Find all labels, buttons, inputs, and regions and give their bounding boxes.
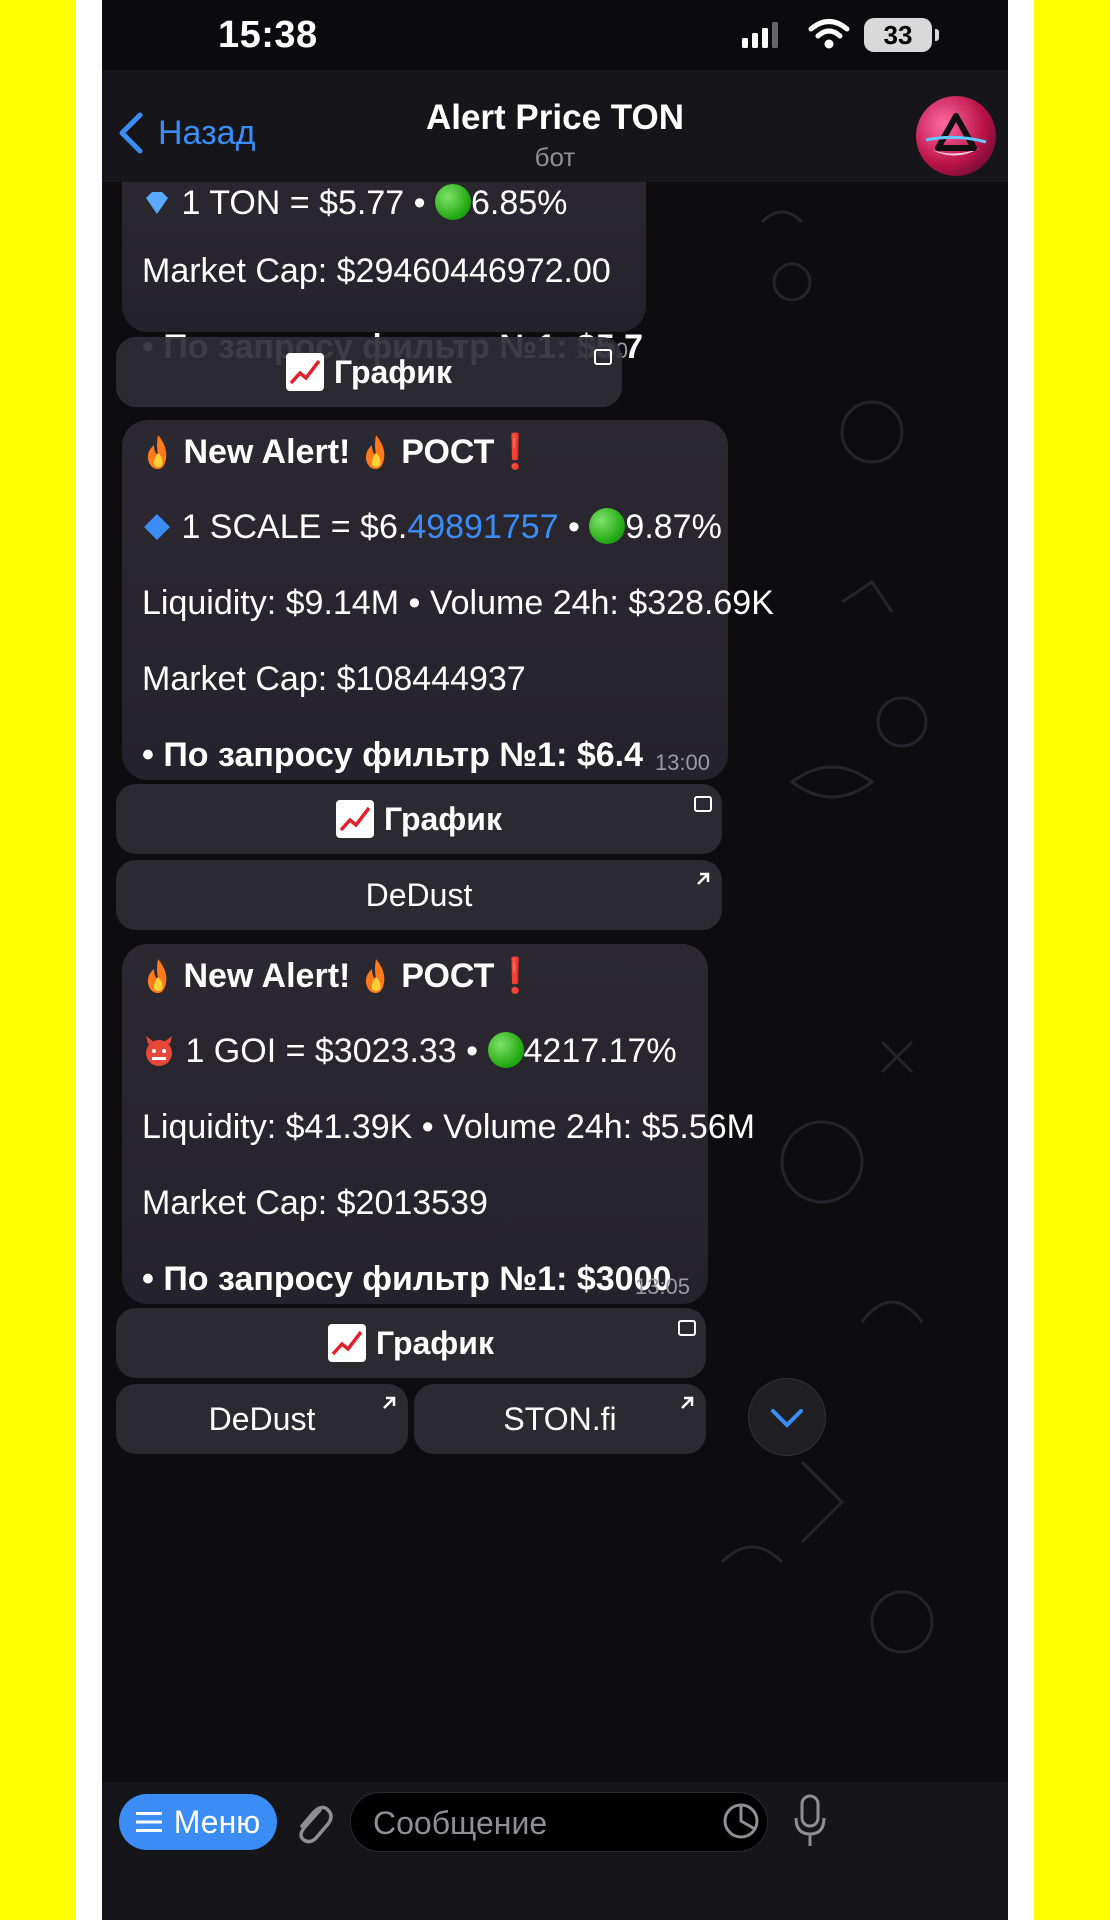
green-circle-icon [589,508,626,544]
price-text: 1 GOI = $3023.33 [185,1032,457,1070]
exclamation-icon: ❗ [494,433,537,471]
open-app-icon [694,796,712,812]
dedust-button-label: DeDust [208,1400,316,1437]
avatar[interactable] [916,96,996,176]
phone-screen: 15:38 33 Назад Alert Price TON бот 1 TON… [102,0,1008,1920]
alert-word: РОСТ [401,433,495,471]
fire-icon [365,959,385,993]
volume-text: Volume 24h: $5.56M [443,1108,755,1146]
message-bubble: New Alert! РОСТ❗ 1 GOI = $3023.33 • 4217… [122,944,755,1304]
fire-icon [147,435,167,469]
message-time: 13:05 [634,1274,690,1299]
percent-text: 9.87% [625,508,722,546]
alert-line: New Alert! РОСТ❗ [142,432,537,472]
chat-subtitle: бот [534,142,576,172]
liquidity-text: Liquidity: $9.14M [142,584,400,622]
menu-icon [135,1812,162,1832]
chat-area[interactable]: 1 TON = $5.77 • 6.85% Market Cap: $29460… [102,182,1008,1782]
chart-button-label: График [334,353,452,390]
price-prefix: 1 SCALE = $6. [181,508,408,546]
open-app-icon [594,349,612,365]
percent-text: 4217.17% [523,1032,677,1070]
demon-icon [146,1036,172,1066]
external-link-icon [681,1396,694,1409]
alert-prefix: New Alert! [183,433,351,471]
avatar-logo-icon [925,113,987,156]
price-link[interactable]: 49891757 [407,508,558,546]
liquidity-line: Liquidity: $9.14M • Volume 24h: $328.69K [142,584,774,622]
chart-button[interactable]: График [116,337,622,407]
chat-header: Назад Alert Price TON бот [102,70,1008,182]
exclamation-icon: ❗ [494,957,537,995]
diamond-icon [144,514,170,540]
alert-word: РОСТ [401,957,495,995]
price-line: 1 TON = $5.77 • 6.85% [142,184,567,223]
chart-button[interactable]: График [116,784,722,854]
green-circle-icon [487,1032,524,1068]
volume-text: Volume 24h: $328.69K [429,584,774,622]
message-bubble: New Alert! РОСТ❗ 1 SCALE = $6.49891757 •… [122,420,774,780]
dedust-button[interactable]: DeDust [116,860,722,930]
message-bubble: 1 TON = $5.77 • 6.85% Market Cap: $29460… [122,182,646,366]
menu-label: Меню [173,1803,261,1840]
percent-text: 6.85% [470,184,568,222]
chat-title[interactable]: Alert Price TON [102,98,1008,138]
alert-line: New Alert! РОСТ❗ [142,956,537,996]
chart-button-label: График [376,1324,494,1361]
alert-prefix: New Alert! [183,957,351,995]
price-line: 1 SCALE = $6.49891757 • 9.87% [142,508,722,547]
market-cap: Market Cap: $29460446972.00 [142,252,611,290]
fire-icon [147,959,167,993]
filter-line: • По запросу фильтр №1: $6.4 [142,736,644,774]
open-app-icon [678,1320,696,1336]
stonfi-button-label: STON.fi [503,1400,617,1437]
chart-button-label: График [384,800,502,837]
chart-emoji-icon [328,1324,367,1362]
status-bar: 15:38 33 [102,0,1008,70]
green-circle-icon [434,184,471,220]
signal-icon [742,22,778,48]
battery-icon: 33 [864,18,939,52]
mic-icon[interactable] [790,1792,830,1850]
gem-icon [146,192,168,214]
attach-icon[interactable] [290,1796,334,1848]
chart-emoji-icon [286,353,325,391]
filter-line: • По запросу фильтр №1: $3000 [142,1260,672,1298]
external-link-icon [383,1396,396,1409]
external-link-icon [697,872,710,885]
price-line: 1 GOI = $3023.33 • 4217.17% [142,1032,677,1071]
dedust-button-label: DeDust [365,876,473,913]
status-time: 15:38 [218,14,318,56]
message-time: 13:00 [654,750,710,775]
market-cap: Market Cap: $108444937 [142,660,526,698]
price-text: 1 TON = $5.77 [181,184,405,222]
chart-emoji-icon [336,800,375,838]
message-input[interactable]: Сообщение [350,1792,768,1852]
scroll-down-button[interactable] [748,1378,826,1456]
sticker-icon[interactable] [722,1802,760,1840]
wifi-icon [808,19,850,49]
market-cap: Market Cap: $2013539 [142,1184,488,1222]
input-bar: Меню Сообщение [102,1782,1008,1920]
chevron-down-icon [771,1409,803,1428]
chart-button[interactable]: График [116,1308,706,1378]
dedust-button[interactable]: DeDust [116,1384,408,1454]
liquidity-line: Liquidity: $41.39K • Volume 24h: $5.56M [142,1108,755,1146]
stonfi-button[interactable]: STON.fi [414,1384,706,1454]
liquidity-text: Liquidity: $41.39K [142,1108,413,1146]
menu-button[interactable]: Меню [119,1794,277,1850]
fire-icon [365,435,385,469]
